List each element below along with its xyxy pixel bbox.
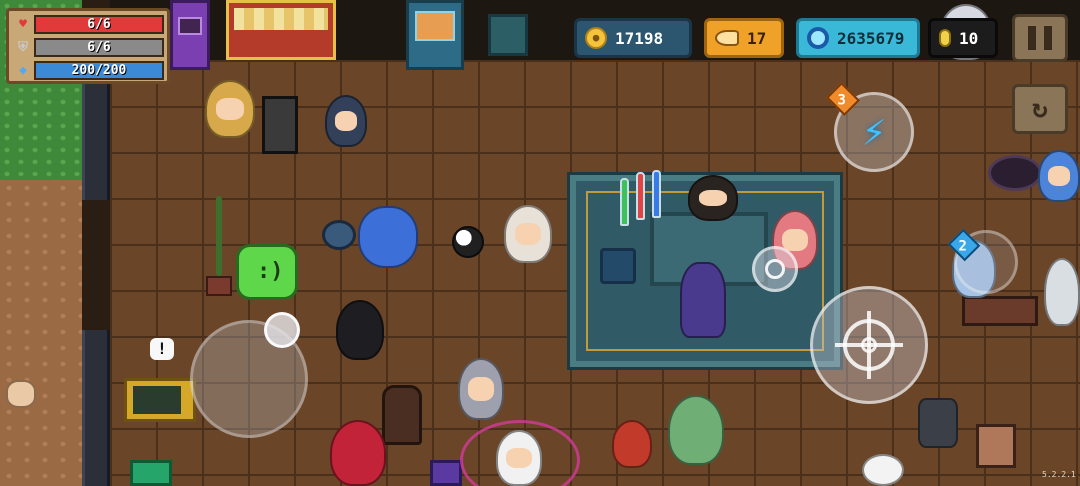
gem-icon (807, 27, 829, 49)
fish-value: 17 (747, 28, 767, 48)
npc-ninja[interactable] (330, 420, 386, 486)
gacha-window (415, 11, 455, 41)
potion-vial (636, 172, 645, 220)
npc-priestess[interactable] (504, 205, 552, 263)
purple-crate (430, 460, 462, 486)
slime-pet[interactable]: :) (236, 244, 298, 300)
npc-king[interactable] (205, 80, 255, 138)
ground-hole (988, 155, 1042, 191)
shop-awning (234, 8, 328, 30)
token-icon (939, 29, 951, 47)
retro-tv[interactable] (124, 378, 196, 422)
computer-terminal[interactable] (262, 96, 298, 154)
heart-icon: ♥ (19, 17, 27, 32)
wall-pillar (82, 330, 110, 486)
joystick-knob[interactable] (264, 312, 300, 348)
fish-icon (715, 30, 739, 46)
npc-silver-hair[interactable] (458, 358, 504, 420)
npc-ghost[interactable] (668, 395, 724, 465)
target-icon (765, 259, 785, 279)
clay-pot (6, 380, 36, 408)
yin-yang-orb[interactable] (452, 226, 484, 258)
armor-row: ⛨ 6/6 (12, 37, 164, 58)
energy-bar: 200/200 (34, 61, 164, 80)
npc-cat-girl[interactable] (325, 95, 367, 147)
npc-wizard[interactable] (680, 262, 726, 338)
npc-white-hair[interactable] (1044, 258, 1080, 326)
green-crate (130, 460, 172, 486)
wall-pillar (82, 80, 110, 200)
gold-counter[interactable]: ● 17198 (574, 18, 692, 58)
armor-bar: 6/6 (34, 38, 164, 57)
swap-icon: ↻ (1032, 94, 1048, 124)
fish-counter[interactable]: 17 (704, 18, 784, 58)
coffin (382, 385, 422, 445)
health-row: ♥ 6/6 (12, 14, 164, 35)
npc-robot[interactable] (918, 398, 958, 448)
gem-value: 2635679 (837, 28, 905, 48)
crosshair-icon (835, 311, 903, 379)
potted-vine-plant (206, 196, 232, 296)
swap-character-button[interactable]: ↻ (1012, 84, 1068, 134)
energy-value: 200/200 (71, 63, 127, 78)
npc-blue-wolf[interactable] (358, 206, 418, 268)
npc-blue-hair[interactable] (1038, 150, 1080, 202)
health-bar: 6/6 (34, 15, 164, 34)
energy-row: ◆ 200/200 (12, 60, 164, 81)
token-value: 10 (959, 28, 979, 48)
shop-stall[interactable] (226, 0, 336, 60)
coin-icon: ● (585, 27, 607, 49)
gacha-machine[interactable] (406, 0, 464, 70)
player-stats-panel: ♥ 6/6 ⛨ 6/6 ◆ 200/200 (6, 8, 170, 84)
npc-oni[interactable] (612, 420, 652, 468)
seer-table (962, 296, 1038, 326)
gem-counter[interactable]: 2635679 (796, 18, 920, 58)
stool (600, 248, 636, 284)
energy-diamond-icon: ◆ (19, 63, 27, 78)
shield-icon: ⛨ (18, 40, 28, 55)
pause-icon (1028, 26, 1036, 50)
treasure-chest[interactable] (488, 14, 528, 56)
alert-bubble: ! (150, 338, 174, 360)
attack-button[interactable] (810, 286, 928, 404)
armor-value: 6/6 (87, 40, 111, 55)
slime-face: :) (257, 259, 284, 284)
arcade-machine[interactable] (170, 0, 210, 70)
npc-sheep[interactable] (862, 454, 904, 486)
npc-merchant[interactable] (688, 175, 738, 221)
gold-value: 17198 (615, 28, 664, 48)
dirt-path (0, 180, 82, 486)
player-knight (336, 300, 384, 360)
cauldron (322, 220, 356, 250)
mirror-frame (976, 424, 1016, 468)
potion-vial (620, 178, 629, 226)
npc-shrine-maiden[interactable] (496, 430, 542, 486)
potion-vial (652, 170, 661, 218)
version-label: 5.2.2.1 (1042, 470, 1076, 479)
health-value: 6/6 (87, 17, 111, 32)
lightning-icon: ⚡ (861, 109, 887, 155)
pause-button[interactable] (1012, 14, 1068, 62)
interact-button[interactable] (752, 246, 798, 292)
token-counter[interactable]: 10 (928, 18, 998, 58)
arcade-screen (178, 17, 202, 35)
